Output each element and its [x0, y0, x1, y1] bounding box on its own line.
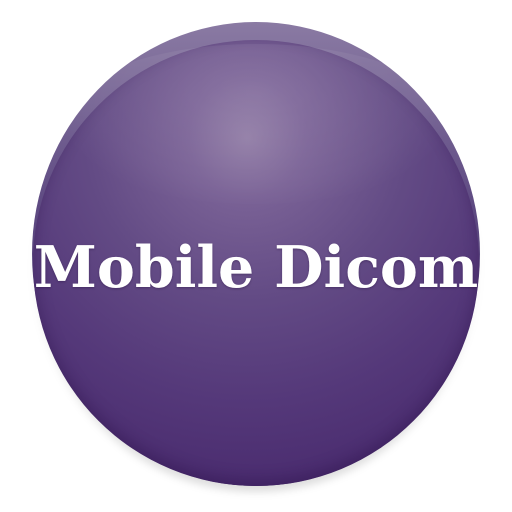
app-icon: Mobile Dicom	[0, 0, 512, 512]
icon-title: Mobile Dicom	[33, 234, 479, 301]
icon-gloss-highlight	[60, 44, 452, 204]
